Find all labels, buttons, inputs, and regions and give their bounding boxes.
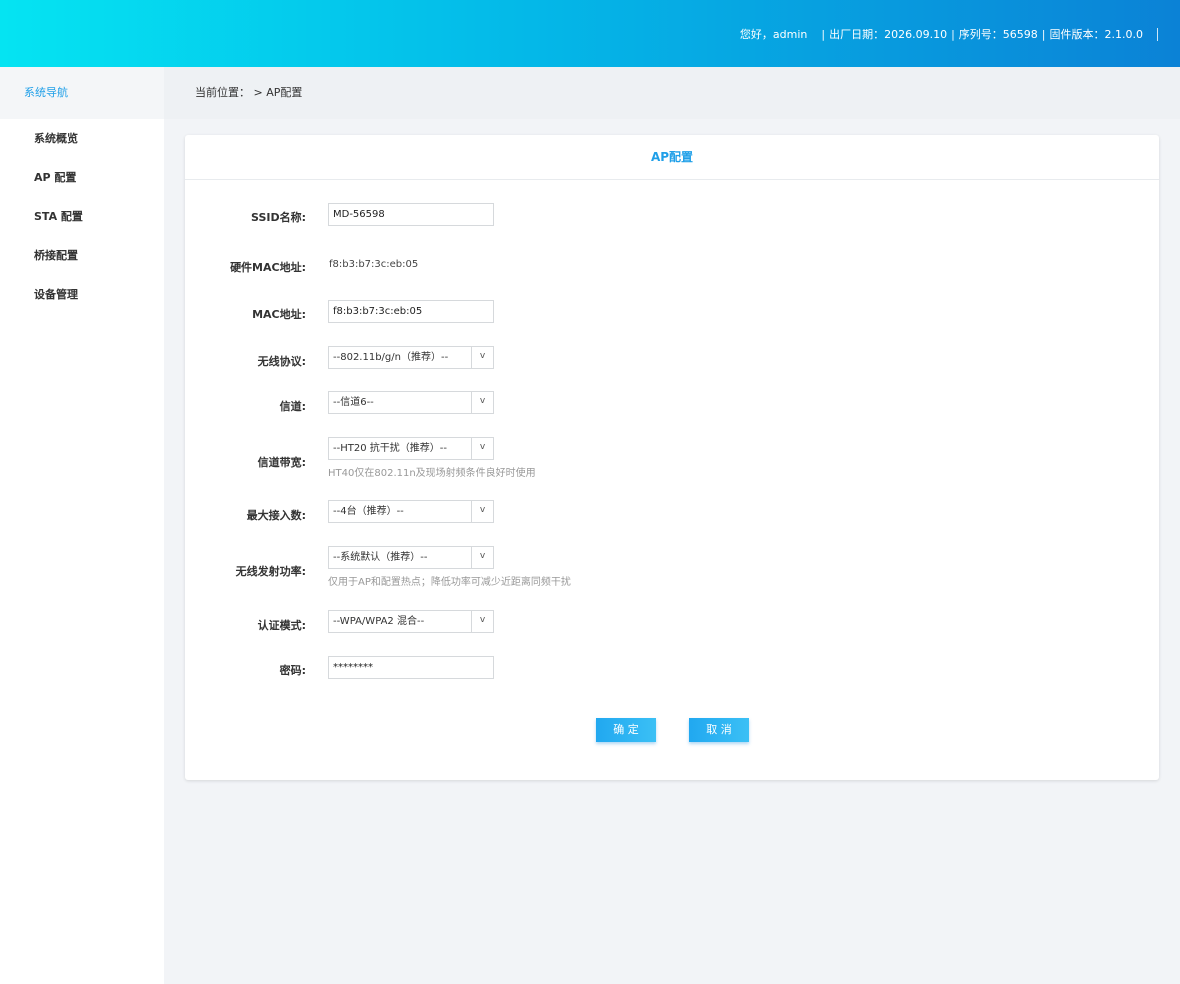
header-separator: | xyxy=(951,27,955,41)
bandwidth-label: 信道带宽: xyxy=(257,456,306,469)
channel-select[interactable]: --信道6-- v xyxy=(328,391,494,414)
sidebar-nav: 系统概览 AP 配置 STA 配置 桥接配置 设备管理 xyxy=(0,119,164,314)
header-end-divider xyxy=(1157,27,1158,41)
auth-label: 认证模式: xyxy=(257,619,306,632)
breadcrumb: 当前位置： > AP配置 xyxy=(164,67,1180,119)
protocol-label: 无线协议: xyxy=(257,355,306,368)
header-info: 您好，admin | 出厂日期：2026.09.10 | 序列号：56598 |… xyxy=(740,26,1158,42)
ssid-input[interactable] xyxy=(328,203,494,226)
greeting-text: 您好，admin xyxy=(739,28,808,41)
tx-power-select[interactable]: --系统默认（推荐）-- v xyxy=(328,546,494,569)
tx-power-select-value: --系统默认（推荐）-- xyxy=(333,552,428,563)
sidebar-item-ap-config[interactable]: AP 配置 xyxy=(0,158,164,197)
bandwidth-select[interactable]: --HT20 抗干扰（推荐）-- v xyxy=(328,437,494,460)
max-clients-label: 最大接入数: xyxy=(246,509,306,522)
chevron-down-icon: v xyxy=(471,547,493,568)
mac-label: MAC地址: xyxy=(252,308,306,321)
mac-input[interactable] xyxy=(328,300,494,323)
ap-config-panel: AP配置 SSID名称: 硬件MAC地址: f8:b3:b7:3c:eb:05 … xyxy=(185,135,1159,780)
max-clients-select[interactable]: --4台（推荐）-- v xyxy=(328,500,494,523)
firmware-text: 固件版本：2.1.0.0 xyxy=(1049,28,1143,41)
top-header: 您好，admin | 出厂日期：2026.09.10 | 序列号：56598 |… xyxy=(0,0,1180,67)
max-clients-select-value: --4台（推荐）-- xyxy=(333,506,404,517)
sidebar-title: 系统导航 xyxy=(0,67,164,119)
bandwidth-hint: HT40仅在802.11n及现场射频条件良好时使用 xyxy=(328,468,536,479)
sidebar-item-device-management[interactable]: 设备管理 xyxy=(0,275,164,314)
chevron-down-icon: v xyxy=(471,611,493,632)
cancel-button[interactable]: 取 消 xyxy=(689,718,749,742)
panel-title: AP配置 xyxy=(185,135,1159,180)
password-label: 密码: xyxy=(279,664,306,677)
serial-text: 序列号：56598 xyxy=(958,28,1038,41)
sidebar-item-bridge-config[interactable]: 桥接配置 xyxy=(0,236,164,275)
tx-power-label: 无线发射功率: xyxy=(235,565,306,578)
header-separator: | xyxy=(821,27,826,41)
auth-select-value: --WPA/WPA2 混合-- xyxy=(333,616,425,627)
password-input[interactable] xyxy=(328,656,494,679)
confirm-button[interactable]: 确 定 xyxy=(596,718,656,742)
auth-select[interactable]: --WPA/WPA2 混合-- v xyxy=(328,610,494,633)
chevron-down-icon: v xyxy=(471,347,493,368)
sidebar: 系统导航 系统概览 AP 配置 STA 配置 桥接配置 设备管理 xyxy=(0,67,164,984)
header-separator: | xyxy=(1041,27,1046,41)
protocol-select-value: --802.11b/g/n（推荐）-- xyxy=(333,352,449,363)
channel-label: 信道: xyxy=(279,400,306,413)
hardware-mac-value: f8:b3:b7:3c:eb:05 xyxy=(329,259,419,270)
factory-date-text: 出厂日期：2026.09.10 xyxy=(829,28,948,41)
ssid-label: SSID名称: xyxy=(251,211,306,224)
sidebar-item-overview[interactable]: 系统概览 xyxy=(0,119,164,158)
bandwidth-select-value: --HT20 抗干扰（推荐）-- xyxy=(333,443,447,454)
hardware-mac-label: 硬件MAC地址: xyxy=(230,261,306,274)
chevron-down-icon: v xyxy=(471,501,493,522)
sidebar-item-sta-config[interactable]: STA 配置 xyxy=(0,197,164,236)
tx-power-hint: 仅用于AP和配置热点；降低功率可减少近距离同频干扰 xyxy=(328,577,571,588)
chevron-down-icon: v xyxy=(471,392,493,413)
protocol-select[interactable]: --802.11b/g/n（推荐）-- v xyxy=(328,346,494,369)
channel-select-value: --信道6-- xyxy=(333,397,374,408)
chevron-down-icon: v xyxy=(471,438,493,459)
